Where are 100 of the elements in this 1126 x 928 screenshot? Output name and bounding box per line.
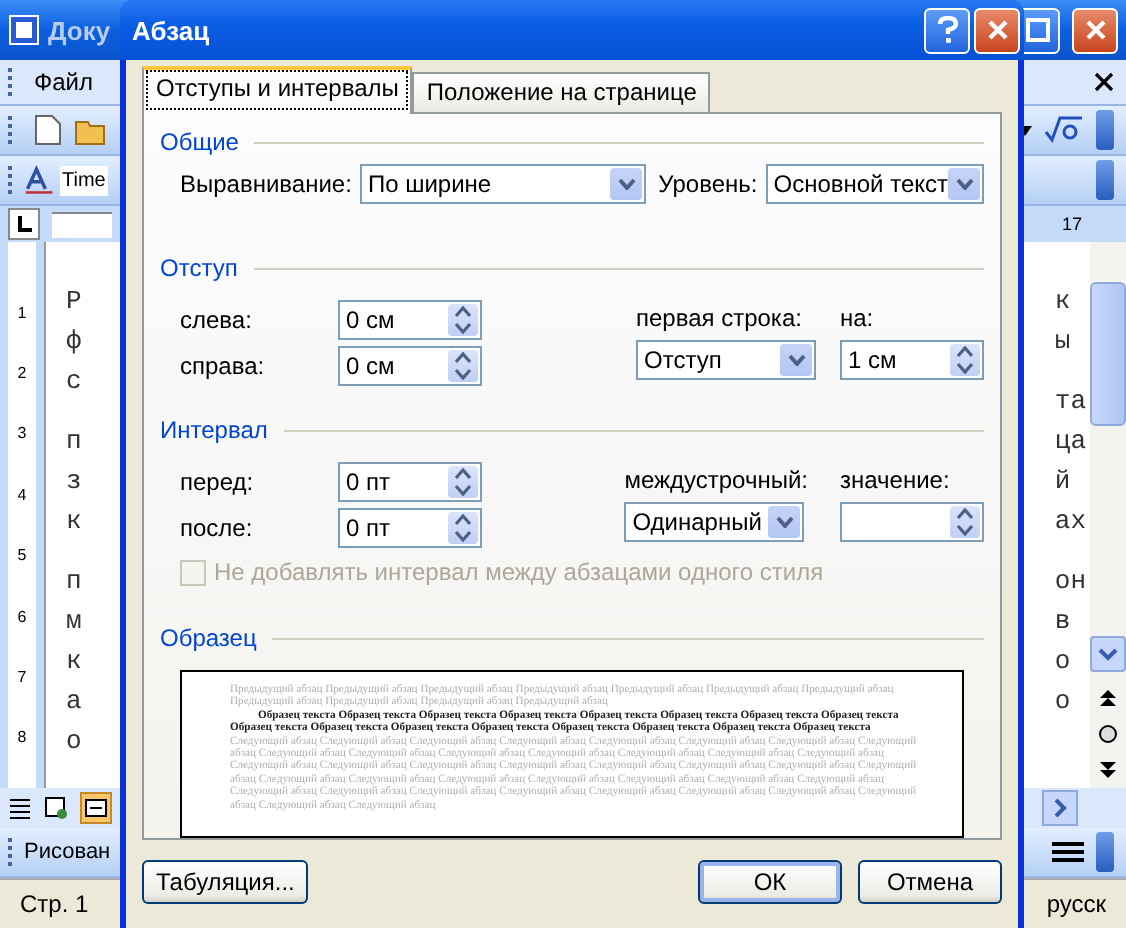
dialog-button[interactable]: Отмена — [858, 860, 1002, 904]
document-text: к — [66, 644, 82, 680]
spin-field[interactable]: 0 см — [338, 346, 482, 386]
field-label: первая строка: — [636, 304, 804, 332]
spin-field[interactable]: 0 пт — [338, 462, 482, 502]
section-title: Образец — [160, 624, 257, 652]
ruler-number: 2 — [17, 364, 27, 383]
tab-stop-button[interactable] — [8, 208, 40, 240]
line-style-icon[interactable] — [1052, 840, 1084, 864]
close-icon[interactable] — [1094, 72, 1114, 92]
ruler-number: 3 — [17, 424, 27, 443]
scrollbar-thumb[interactable] — [1090, 282, 1126, 426]
ruler-number: 8 — [17, 728, 27, 747]
spin-field[interactable]: 0 пт — [338, 508, 482, 548]
document-text: в — [1054, 604, 1073, 640]
status-language: русск — [1046, 890, 1106, 918]
toolbar-options-button[interactable] — [1096, 160, 1114, 200]
next-page-icon[interactable] — [1098, 760, 1118, 780]
document-text: з — [66, 464, 82, 500]
normal-view-icon[interactable] — [8, 796, 32, 820]
ruler-number: 6 — [17, 607, 27, 626]
ruler-number: 5 — [17, 546, 27, 565]
ruler-number: 4 — [17, 485, 27, 504]
close-button[interactable] — [1072, 7, 1118, 53]
document-text: ца — [1054, 424, 1086, 460]
status-page: Стр. 1 — [20, 890, 89, 918]
spin-arrows-icon[interactable] — [454, 306, 472, 334]
field-label: справа: — [180, 352, 267, 380]
level-dropdown[interactable]: Основной текст — [765, 164, 984, 204]
document-text: й — [1054, 464, 1073, 500]
toolbar-options-button[interactable] — [1096, 832, 1114, 872]
document-text: м — [66, 604, 82, 640]
previous-page-icon[interactable] — [1098, 688, 1118, 708]
browse-object-icon[interactable] — [1098, 724, 1118, 744]
drawing-menu[interactable]: Рисован — [24, 840, 111, 864]
document-text: а — [66, 684, 82, 720]
document-text: п — [66, 564, 82, 600]
chevron-right-icon[interactable] — [1052, 798, 1068, 818]
chevron-down-icon[interactable] — [1098, 646, 1118, 662]
scrollbar[interactable] — [1090, 242, 1126, 788]
spin-field[interactable]: 1 см — [840, 340, 984, 380]
scroll-down-button[interactable] — [1090, 636, 1126, 672]
toolbar-options-button[interactable] — [1096, 110, 1114, 150]
styles-icon[interactable] — [24, 164, 56, 196]
field-label: после: — [180, 514, 255, 542]
document-text: о — [1054, 684, 1073, 720]
document-text: о — [1054, 644, 1073, 680]
field-label: Уровень: — [658, 170, 758, 198]
window-title: Доку — [48, 15, 111, 45]
new-document-icon[interactable] — [34, 114, 62, 146]
spin-arrows-icon[interactable] — [454, 468, 472, 496]
tab[interactable]: Отступы и интервалы — [142, 66, 413, 114]
font-field[interactable]: Time — [60, 165, 108, 195]
document-text: Р — [66, 284, 82, 320]
maximize-icon[interactable] — [1025, 18, 1049, 42]
ruler-number: 1 — [17, 303, 27, 322]
document-text: он — [1054, 564, 1086, 600]
help-button[interactable] — [924, 7, 970, 53]
folder-icon[interactable] — [74, 115, 110, 145]
help-icon[interactable] — [935, 16, 959, 44]
spin-field[interactable]: 0 см — [338, 300, 482, 340]
close-button[interactable] — [974, 7, 1020, 53]
dialog-button[interactable]: Табуляция... — [142, 860, 309, 904]
field-label: Выравнивание: — [180, 170, 352, 198]
spin-arrows-icon[interactable] — [956, 346, 974, 374]
document-text: о — [66, 724, 82, 760]
section-title: Отступ — [160, 254, 238, 282]
square-root-icon[interactable] — [1044, 116, 1084, 144]
spin-field[interactable] — [840, 502, 984, 542]
spin-arrows-icon[interactable] — [956, 508, 974, 536]
web-view-icon[interactable] — [44, 796, 68, 820]
document-text: с — [66, 364, 82, 400]
tab[interactable]: Положение на странице — [412, 72, 711, 112]
field-label: перед: — [180, 468, 256, 496]
document-icon — [8, 14, 40, 46]
field-label: на: — [840, 304, 876, 332]
document-text: к — [1054, 284, 1073, 320]
first-line-dropdown[interactable]: Отступ — [636, 340, 816, 380]
section-title: Интервал — [160, 416, 268, 444]
document-text: та — [1054, 384, 1086, 420]
ruler-number: 7 — [17, 667, 27, 686]
line-spacing-dropdown[interactable]: Одинарный — [624, 502, 805, 542]
document-text: ф — [66, 324, 82, 360]
dialog-button[interactable]: ОК — [698, 860, 842, 904]
menu-item[interactable]: Файл — [34, 68, 94, 96]
document-text: п — [66, 424, 82, 460]
field-label: значение: — [840, 466, 952, 494]
horizontal-ruler — [52, 211, 112, 237]
tab-stop-icon[interactable] — [14, 214, 34, 234]
scroll-right-button[interactable] — [1042, 790, 1078, 826]
dialog-title: Абзац — [132, 15, 210, 45]
spin-arrows-icon[interactable] — [454, 352, 472, 380]
field-label: слева: — [180, 306, 254, 334]
checkbox-label: Не добавлять интервал между абзацами одного стиля — [214, 558, 824, 586]
document-text: к — [66, 504, 82, 540]
ruler-number: 17 — [1061, 214, 1082, 234]
spin-arrows-icon[interactable] — [454, 514, 472, 542]
field-label: междустрочный: — [624, 466, 808, 494]
alignment-dropdown[interactable]: По ширине — [359, 164, 647, 204]
document-text: ы — [1054, 324, 1073, 360]
